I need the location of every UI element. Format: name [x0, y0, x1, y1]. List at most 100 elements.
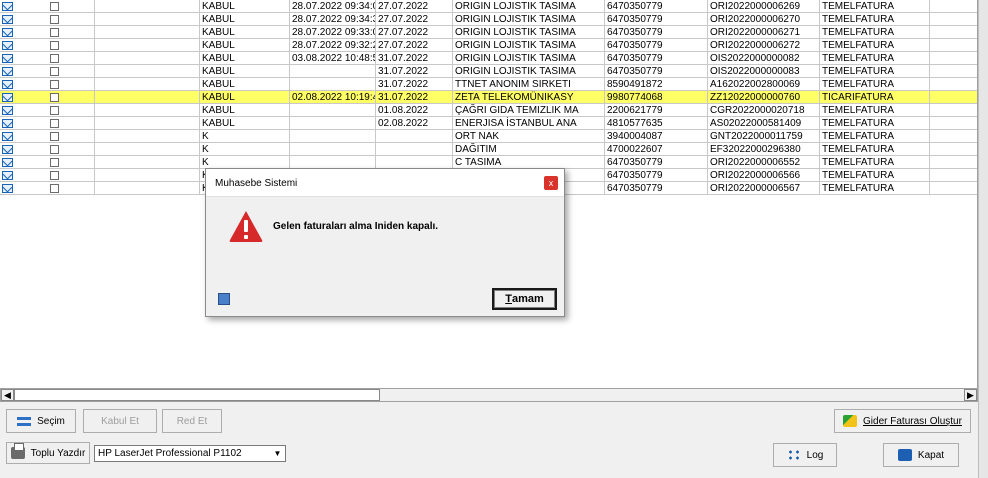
row-checkbox[interactable] [49, 131, 59, 141]
table-row[interactable]: KABUL 02.08.2022 10:19:41 31.07.2022 ZETA T… [0, 91, 977, 104]
dialog-title: Muhasebe Sistemi [215, 178, 298, 189]
envelope-icon [0, 91, 14, 104]
scroll-thumb[interactable] [14, 389, 380, 401]
cell-invoice-no: GNT2022000011759 [708, 130, 820, 143]
cell-company: ORIGIN LOJISTIK TASIMA [453, 65, 605, 78]
cell-tax-no: 8590491872 [605, 78, 708, 91]
envelope-icon [0, 0, 14, 13]
secim-label: Seçim [37, 415, 65, 427]
scroll-right-button[interactable]: ▶ [964, 389, 977, 401]
cell-type: TEMELFATURA [820, 104, 930, 117]
table-row[interactable]: KABUL 03.08.2022 10:48:51 31.07.2022 ORIGIN… [0, 52, 977, 65]
table-row[interactable]: KABUL 28.07.2022 09:32:28 27.07.2022 ORIGIN… [0, 39, 977, 52]
cell-empty [95, 26, 200, 39]
row-checkbox[interactable] [49, 170, 59, 180]
cell-tax-no: 2200621779 [605, 104, 708, 117]
toplu-yazdir-button[interactable]: Toplu Yazdır [6, 442, 90, 464]
gider-faturasi-button[interactable]: Gider Faturası Oluştur [834, 409, 971, 433]
table-row[interactable]: K DAĞITIM 4700022607 EF32022000296380 TEMELF… [0, 143, 977, 156]
cell-empty [95, 130, 200, 143]
row-checkbox-cell [14, 13, 95, 26]
row-checkbox[interactable] [49, 183, 59, 193]
row-checkbox-cell [14, 52, 95, 65]
app-window: KABUL 28.07.2022 09:34:04 27.07.2022 ORIGIN… [0, 0, 988, 478]
row-checkbox[interactable] [49, 144, 59, 154]
envelope-icon [0, 156, 14, 169]
cell-empty [930, 52, 977, 65]
kapat-button[interactable]: Kapat [883, 443, 959, 467]
horizontal-scrollbar[interactable]: ◀ ▶ [0, 388, 978, 402]
row-checkbox-cell [14, 65, 95, 78]
cell-type: TEMELFATURA [820, 39, 930, 52]
table-row[interactable]: KABUL 31.07.2022 ORIGIN LOJISTIK TASIMA 647… [0, 65, 977, 78]
cell-type: TEMELFATURA [820, 130, 930, 143]
envelope-icon [0, 182, 14, 195]
table-row[interactable]: KABUL 28.07.2022 09:33:00 27.07.2022 ORIGIN… [0, 26, 977, 39]
cell-empty [95, 39, 200, 52]
cell-empty [95, 117, 200, 130]
printer-select[interactable]: HP LaserJet Professional P1102 ▼ [94, 445, 286, 462]
close-icon[interactable]: x [544, 176, 558, 190]
cell-status: KABUL [200, 104, 290, 117]
cell-tax-no: 3940004087 [605, 130, 708, 143]
row-checkbox-cell [14, 156, 95, 169]
row-checkbox[interactable] [49, 105, 59, 115]
row-checkbox-cell [14, 39, 95, 52]
scroll-left-button[interactable]: ◀ [1, 389, 14, 401]
cell-datetime: 03.08.2022 10:48:51 [290, 52, 376, 65]
envelope-icon [0, 52, 14, 65]
row-checkbox[interactable] [49, 27, 59, 37]
cell-date [376, 130, 453, 143]
row-checkbox[interactable] [49, 79, 59, 89]
row-checkbox[interactable] [49, 66, 59, 76]
row-checkbox-cell [14, 130, 95, 143]
cell-invoice-no: AS02022000581409 [708, 117, 820, 130]
row-checkbox-cell [14, 78, 95, 91]
chevron-down-icon[interactable]: ▼ [270, 446, 285, 461]
table-row[interactable]: K ORT NAK 3940004087 GNT2022000011759 TEMELF… [0, 130, 977, 143]
cell-invoice-no: ORI2022000006269 [708, 0, 820, 13]
cell-empty [930, 91, 977, 104]
printer-icon [10, 443, 25, 459]
cell-empty [930, 169, 977, 182]
tamam-button[interactable]: Tamam [492, 288, 557, 310]
row-checkbox[interactable] [49, 118, 59, 128]
table-row[interactable]: KABUL 28.07.2022 09:34:38 27.07.2022 ORIGIN… [0, 13, 977, 26]
cell-tax-no: 6470350779 [605, 52, 708, 65]
cell-status: KABUL [200, 13, 290, 26]
cell-empty [95, 78, 200, 91]
dialog-titlebar[interactable]: Muhasebe Sistemi x [206, 169, 564, 197]
envelope-icon [0, 13, 14, 26]
cell-empty [930, 26, 977, 39]
cell-datetime: 02.08.2022 10:19:41 [290, 91, 376, 104]
row-checkbox[interactable] [49, 1, 59, 11]
row-checkbox[interactable] [49, 92, 59, 102]
cell-empty [95, 169, 200, 182]
table-row[interactable]: KABUL 28.07.2022 09:34:04 27.07.2022 ORIGIN… [0, 0, 977, 13]
cell-company: ORT NAK [453, 130, 605, 143]
red-et-button[interactable]: Red Et [162, 409, 222, 433]
row-checkbox-cell [14, 117, 95, 130]
cell-datetime: 28.07.2022 09:34:38 [290, 13, 376, 26]
table-row[interactable]: KABUL 31.07.2022 TTNET ANONIM SIRKETI 85904… [0, 78, 977, 91]
cell-tax-no: 6470350779 [605, 26, 708, 39]
kabul-et-button[interactable]: Kabul Et [83, 409, 157, 433]
row-checkbox[interactable] [49, 53, 59, 63]
log-button[interactable]: Log [773, 443, 837, 467]
table-row[interactable]: KABUL 01.08.2022 ÇAĞRI GIDA TEMIZLIK MA 220… [0, 104, 977, 117]
cell-datetime [290, 117, 376, 130]
envelope-icon [0, 26, 14, 39]
warning-icon [229, 211, 263, 242]
row-checkbox[interactable] [49, 157, 59, 167]
row-checkbox[interactable] [49, 14, 59, 24]
cell-empty [95, 156, 200, 169]
table-row[interactable]: KABUL 02.08.2022 ENERJISA İSTANBUL ANA 4810… [0, 117, 977, 130]
vertical-scrollbar[interactable] [978, 0, 988, 478]
cell-empty [930, 117, 977, 130]
cell-tax-no: 6470350779 [605, 0, 708, 13]
secim-button[interactable]: Seçim [6, 409, 76, 433]
row-checkbox[interactable] [49, 40, 59, 50]
cell-empty [930, 104, 977, 117]
cell-datetime [290, 65, 376, 78]
log-icon [786, 449, 801, 461]
